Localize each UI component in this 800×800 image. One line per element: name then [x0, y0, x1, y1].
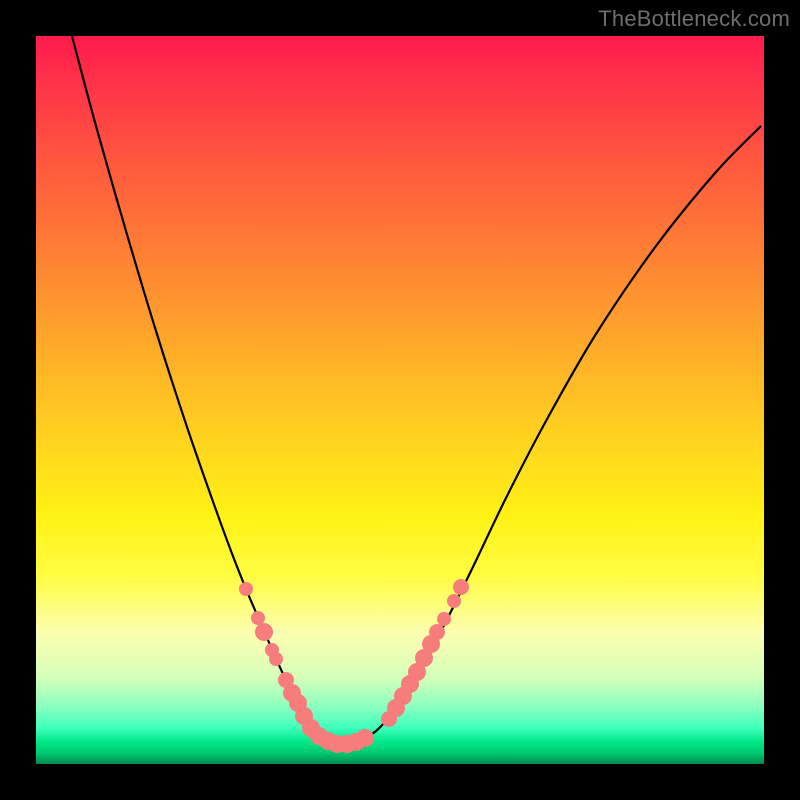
curve-markers — [239, 579, 469, 753]
chart-svg — [36, 36, 764, 764]
bottleneck-curve — [72, 36, 761, 744]
curve-marker — [239, 582, 253, 596]
curve-marker — [356, 729, 374, 747]
curve-marker — [453, 579, 469, 595]
curve-marker — [251, 611, 265, 625]
watermark-text: TheBottleneck.com — [598, 6, 790, 32]
curve-marker — [269, 652, 283, 666]
plot-area — [36, 36, 764, 764]
curve-marker — [255, 623, 273, 641]
curve-marker — [447, 594, 461, 608]
curve-marker — [437, 612, 451, 626]
curve-marker — [429, 624, 445, 640]
